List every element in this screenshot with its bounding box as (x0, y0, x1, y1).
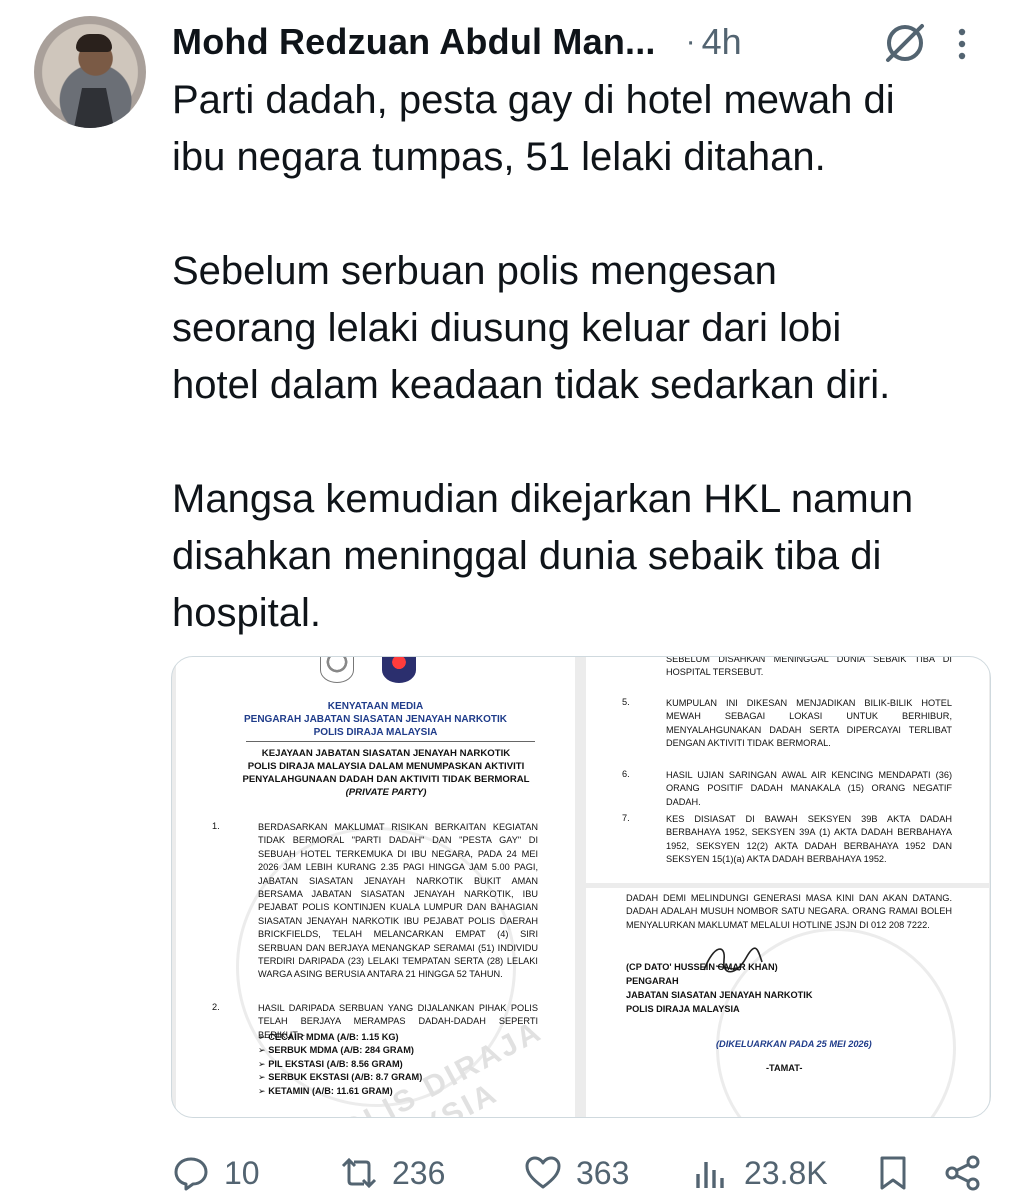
author-name[interactable]: Mohd Redzuan Abdul Man... (172, 21, 656, 63)
doc-title-4: (PRIVATE PARTY) (345, 787, 427, 798)
tweet-actions: 10 236 363 23.8K (172, 1150, 1002, 1196)
doc-page-left[interactable]: KENYATAAN MEDIA PENGARAH JABATAN SIASATA… (176, 657, 575, 1117)
bookmark-icon (880, 1156, 906, 1190)
list-item: SERBUK MDMA (A/B: 284 GRAM) (258, 1044, 422, 1057)
para-number: 6. (622, 769, 630, 779)
doc-title-1: KEJAYAAN JABATAN SIASATAN JENAYAH NARKOT… (261, 748, 511, 759)
like-icon (525, 1156, 561, 1189)
list-item: PIL EKSTASI (A/B: 8.56 GRAM) (258, 1058, 422, 1071)
avatar[interactable] (34, 16, 146, 128)
para-number: 2. (212, 1002, 220, 1012)
share-icon (945, 1155, 980, 1191)
list-item: CECAIR MDMA (A/B: 1.15 KG) (258, 1031, 422, 1044)
timestamp[interactable]: 4h (702, 21, 742, 63)
like-button[interactable]: 363 (524, 1150, 629, 1196)
list-item: SERBUK EKSTASI (A/B: 8.7 GRAM) (258, 1071, 422, 1084)
doc-paragraph-7: KES DISIASAT DI BAWAH SEKSYEN 39B AKTA D… (666, 814, 952, 865)
tweet-header: Mohd Redzuan Abdul Man... · 4h (172, 18, 1005, 66)
tweet-text: Parti dadah, pesta gay di hotel mewah di… (172, 72, 1002, 642)
repost-count: 236 (392, 1154, 446, 1191)
text-line: hospital. (172, 591, 321, 635)
doc-title-3: PENYALAHGUNAAN DADAH DAN AKTIVITI TIDAK … (242, 774, 530, 785)
views-icon (696, 1162, 724, 1188)
text-line: seorang lelaki diusung keluar dari lobi (172, 306, 842, 350)
para-number: 7. (622, 813, 630, 823)
text-line: ibu negara tumpas, 51 lelaki ditahan. (172, 135, 826, 179)
doc-head-2: PENGARAH JABATAN SIASATAN JENAYAH NARKOT… (244, 714, 507, 725)
more-icon[interactable] (954, 24, 970, 64)
doc-head-1: KENYATAAN MEDIA (327, 701, 424, 712)
reply-icon (174, 1157, 208, 1191)
police-crest-icon (320, 657, 354, 683)
like-count: 363 (576, 1154, 630, 1191)
reply-count: 10 (224, 1154, 260, 1191)
doc-end-mark: -TAMAT- (766, 1063, 803, 1073)
doc-paragraph-6: HASIL UJIAN SARINGAN AWAL AIR KENCING ME… (666, 770, 952, 807)
text-line: hotel dalam keadaan tidak sedarkan diri. (172, 363, 891, 407)
signer-role-3: POLIS DIRAJA MALAYSIA (626, 1004, 740, 1014)
text-line: Parti dadah, pesta gay di hotel mewah di (172, 78, 895, 122)
bookmark-button[interactable] (874, 1150, 912, 1196)
share-button[interactable] (944, 1150, 982, 1196)
text-gap (172, 186, 1002, 243)
text-line: Mangsa kemudian dikejarkan HKL namun (172, 477, 914, 521)
signer-role-1: PENGARAH (626, 976, 679, 986)
doc-title-2: POLIS DIRAJA MALAYSIA DALAM MENUMPASKAN … (247, 761, 525, 772)
doc-continued-text: SEBELUM DISAHKAN MENINGGAL DUNIA SEBAIK … (666, 657, 952, 678)
text-line: disahkan meninggal dunia sebaik tiba di (172, 534, 882, 578)
repost-button[interactable]: 236 (340, 1150, 445, 1196)
doc-closing-text: DADAH DEMI MELINDUNGI GENERASI MASA KINI… (626, 893, 952, 930)
views-button[interactable]: 23.8K (692, 1150, 828, 1196)
doc-head-3: POLIS DIRAJA MALAYSIA (313, 727, 438, 738)
text-gap (172, 414, 1002, 471)
reply-button[interactable]: 10 (172, 1150, 260, 1196)
avatar-shirt (74, 88, 114, 128)
para-number: 5. (622, 697, 630, 707)
doc-paragraph-5: KUMPULAN INI DIKESAN MENJADIKAN BILIK-BI… (666, 698, 952, 749)
para-number: 1. (212, 821, 220, 831)
time-separator: · (685, 25, 696, 58)
media-attachment[interactable]: KENYATAAN MEDIA PENGARAH JABATAN SIASATA… (171, 656, 991, 1118)
repost-icon (341, 1157, 377, 1189)
text-line: Sebelum serbuan polis mengesan (172, 249, 777, 293)
doc-divider (246, 741, 535, 742)
grok-icon[interactable] (882, 20, 928, 66)
doc-paragraph-1: BERDASARKAN MAKLUMAT RISIKAN BERKAITAN K… (258, 822, 538, 980)
views-count: 23.8K (744, 1154, 828, 1191)
doc-page-right-bottom[interactable]: DADAH DEMI MELINDUNGI GENERASI MASA KINI… (586, 888, 989, 1117)
doc-page-right-top[interactable]: SEBELUM DISAHKAN MENINGGAL DUNIA SEBAIK … (586, 657, 989, 883)
signer-name: (CP DATO' HUSSEIN OMAR KHAN) (626, 962, 778, 972)
issued-date: (DIKELUARKAN PADA 25 MEI 2026) (716, 1039, 872, 1049)
narkotik-badge-icon (382, 657, 416, 683)
signer-role-2: JABATAN SIASATAN JENAYAH NARKOTIK (626, 990, 813, 1000)
avatar-hair (76, 34, 112, 52)
